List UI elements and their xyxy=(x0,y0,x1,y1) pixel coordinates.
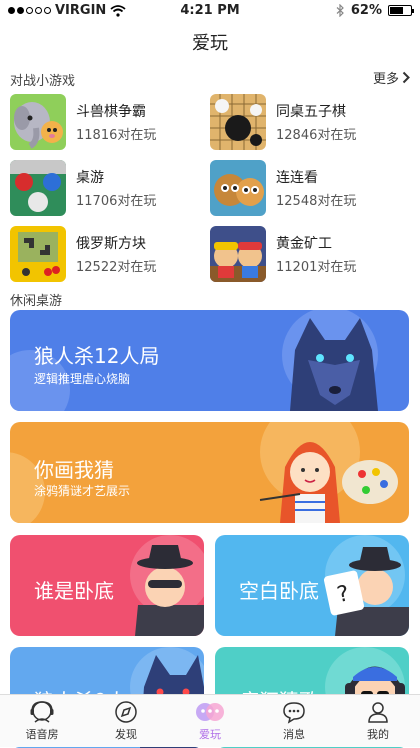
game-name: 斗兽棋争霸 xyxy=(76,104,146,120)
tab-label: 我的 xyxy=(367,728,389,741)
tab-voice-room[interactable]: 语音房 xyxy=(0,695,84,747)
tab-label: 语音房 xyxy=(25,728,59,741)
chevron-right-icon xyxy=(402,71,410,84)
game-name: 同桌五子棋 xyxy=(276,104,346,120)
card-title: 空白卧底 xyxy=(239,579,319,603)
game-item[interactable]: 斗兽棋争霸 11816对在玩 xyxy=(10,92,205,152)
tab-label: 消息 xyxy=(283,728,305,741)
game-player-count: 11706对在玩 xyxy=(76,194,157,209)
game-item[interactable]: 俄罗斯方块 12522对在玩 xyxy=(10,224,205,284)
tab-discover[interactable]: 发现 xyxy=(84,695,168,747)
game-player-count: 11201对在玩 xyxy=(276,260,357,275)
card-subtitle: 逻辑推理虐心烧脑 xyxy=(34,372,131,386)
page-title: 爱玩 xyxy=(192,33,228,54)
card-blank-undercover[interactable]: ? 空白卧底 xyxy=(215,535,409,636)
game-item[interactable]: 黄金矿工 11201对在玩 xyxy=(210,224,405,284)
card-title: 谁是卧底 xyxy=(34,579,114,603)
nav-bar: 爱玩 xyxy=(0,22,420,66)
bluetooth-icon xyxy=(336,4,344,17)
game-name: 连连看 xyxy=(276,170,318,186)
tab-label: 爱玩 xyxy=(199,728,221,741)
status-bar: VIRGIN 4:21 PM 62% xyxy=(0,0,420,22)
game-item[interactable]: 连连看 12548对在玩 xyxy=(210,158,405,218)
game-item[interactable]: 同桌五子棋 12846对在玩 xyxy=(210,92,405,152)
card-draw-guess[interactable]: 你画我猜 涂鸦猜谜才艺展示 xyxy=(10,422,409,523)
tab-message[interactable]: 消息 xyxy=(252,695,336,747)
message-icon xyxy=(283,702,305,724)
game-thumbnail-tetris xyxy=(10,226,66,282)
game-name: 黄金矿工 xyxy=(276,236,332,252)
game-name: 俄罗斯方块 xyxy=(76,236,146,252)
game-item[interactable]: 桌游 11706对在玩 xyxy=(10,158,205,218)
profile-icon xyxy=(368,702,388,723)
game-thumbnail-link-link xyxy=(210,160,266,216)
game-player-count: 11816对在玩 xyxy=(76,128,157,143)
game-player-count: 12522对在玩 xyxy=(76,260,157,275)
status-right: 62% xyxy=(336,3,414,18)
game-name: 桌游 xyxy=(76,170,104,186)
game-thumbnail-board-game xyxy=(10,160,66,216)
card-title: 你画我猜 xyxy=(34,458,114,482)
tab-play[interactable]: 爱玩 xyxy=(168,695,252,747)
card-title: 狼人杀12人局 xyxy=(34,344,160,368)
voice-room-icon xyxy=(30,701,54,723)
tab-profile[interactable]: 我的 xyxy=(336,695,420,747)
game-player-count: 12846对在玩 xyxy=(276,128,357,143)
section-title-battle: 对战小游戏 xyxy=(10,74,76,89)
battery-icon xyxy=(388,5,414,16)
card-who-is-undercover[interactable]: 谁是卧底 xyxy=(10,535,204,636)
game-thumbnail-animal-chess xyxy=(10,94,66,150)
game-player-count: 12548对在玩 xyxy=(276,194,357,209)
battery-percent: 62% xyxy=(350,3,382,18)
tab-label: 发现 xyxy=(115,728,137,741)
section-title-leisure: 休闲桌游 xyxy=(10,294,63,309)
more-link[interactable]: 更多 xyxy=(373,68,410,87)
card-subtitle: 涂鸦猜谜才艺展示 xyxy=(34,484,131,498)
game-thumbnail-gold-miner xyxy=(210,226,266,282)
tab-bar: 语音房 发现 爱玩 消息 我的 xyxy=(0,694,420,747)
play-icon xyxy=(196,703,224,721)
discover-icon xyxy=(115,701,137,723)
card-werewolf-12[interactable]: 狼人杀12人局 逻辑推理虐心烧脑 xyxy=(10,310,409,411)
game-thumbnail-gomoku xyxy=(210,94,266,150)
more-label: 更多 xyxy=(372,72,399,87)
